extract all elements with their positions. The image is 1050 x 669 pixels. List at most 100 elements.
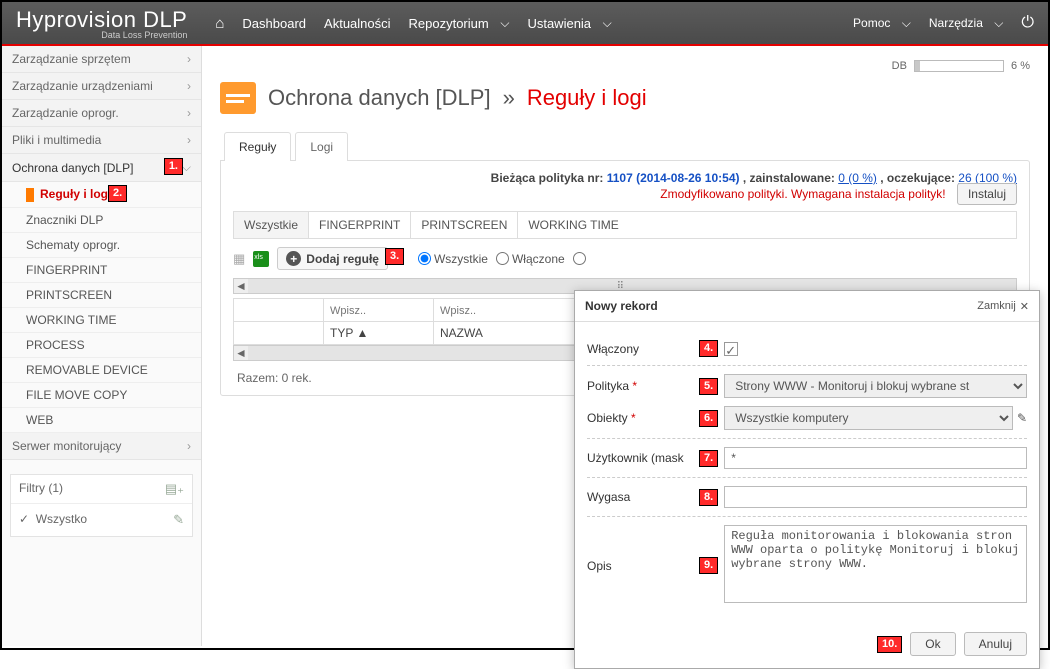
itab-printscreen[interactable]: PRINTSCREEN [411, 212, 518, 238]
callout-4: 4. [699, 340, 718, 357]
check-icon: ✓ [19, 512, 29, 526]
itab-all[interactable]: Wszystkie [234, 212, 309, 238]
policy-select[interactable]: Strony WWW - Monitoruj i blokuj wybrane … [724, 374, 1027, 398]
radio-all-label: Wszystkie [434, 252, 488, 266]
sb-markers[interactable]: Znaczniki DLP [2, 208, 201, 233]
add-filter-icon[interactable]: ▤₊ [165, 481, 184, 497]
nav-right: Pomoc Narzędzia ⏻ [853, 14, 1034, 32]
filter-type-input[interactable] [330, 305, 427, 317]
ok-button[interactable]: Ok [910, 632, 955, 656]
add-rule-button[interactable]: + Dodaj regułę [277, 247, 388, 270]
desc-textarea[interactable]: Reguła monitorowania i blokowania stron … [724, 525, 1027, 603]
chevron-right-icon: › [187, 52, 191, 66]
sb-hardware-label: Zarządzanie sprzętem [12, 52, 131, 66]
callout-7: 7. [699, 450, 718, 467]
radio-extra[interactable] [573, 252, 586, 265]
policy-num: 1107 (2014-08-26 10:54) [607, 171, 740, 185]
policy-warn: Zmodyfikowano polityki. Wymagana instala… [660, 187, 945, 201]
grid-filter-blank [234, 299, 324, 321]
callout-8: 8. [699, 489, 718, 506]
modal-title: Nowy rekord [585, 299, 658, 313]
enabled-checkbox[interactable] [724, 342, 738, 356]
nav-settings[interactable]: Ustawienia [527, 15, 611, 32]
filters-head: Filtry (1) ▤₊ [11, 475, 192, 504]
sb-printscreen[interactable]: PRINTSCREEN [2, 283, 201, 308]
row-usermask: Użytkownik (mask 7. [587, 447, 1027, 478]
objects-select[interactable]: Wszystkie komputery [724, 406, 1013, 430]
edit-filter-icon[interactable]: ✎ [173, 512, 184, 528]
chevron-right-icon: › [187, 106, 191, 120]
grid-view-icon[interactable]: ▦ [233, 251, 245, 267]
outer-tabs: Reguły Logi [220, 132, 1030, 160]
sb-schemas[interactable]: Schematy oprogr. [2, 233, 201, 258]
db-percent: 6 % [1011, 60, 1030, 72]
sb-fingerprint[interactable]: FINGERPRINT [2, 258, 201, 283]
modal-close-button[interactable]: Zamknij ✕ [977, 300, 1029, 313]
modal-body: Włączony 4. Polityka * 5. Strony WWW - M… [575, 322, 1039, 622]
sb-server[interactable]: Serwer monitorujący› [2, 433, 201, 460]
col-blank [234, 322, 324, 344]
sb-devices[interactable]: Zarządzanie urządzeniami› [2, 73, 201, 100]
sb-process[interactable]: PROCESS [2, 333, 201, 358]
tab-logs[interactable]: Logi [295, 132, 348, 161]
sb-removable[interactable]: REMOVABLE DEVICE [2, 358, 201, 383]
close-icon: ✕ [1020, 300, 1029, 313]
nav-repo-label: Repozytorium [409, 16, 489, 31]
nav-tools-label: Narzędzia [929, 16, 983, 30]
topbar: Hyprovision DLP Data Loss Prevention ⌂ D… [2, 2, 1048, 46]
expires-input[interactable] [724, 486, 1027, 508]
modal-new-record: Nowy rekord Zamknij ✕ Włączony 4. Polity… [574, 290, 1040, 669]
usermask-input[interactable] [724, 447, 1027, 469]
xls-icon[interactable] [253, 251, 269, 267]
toolbar: ▦ + Dodaj regułę 3. Wszystkie Włączone [221, 239, 1029, 278]
sb-dlp[interactable]: Ochrona danych [DLP]⌵ 1. [2, 154, 201, 182]
nav-tools[interactable]: Narzędzia [929, 16, 1003, 31]
lbl-objects: Obiekty * [587, 411, 699, 425]
cancel-button[interactable]: Anuluj [964, 632, 1027, 656]
home-icon[interactable]: ⌂ [215, 15, 224, 32]
modal-head: Nowy rekord Zamknij ✕ [575, 291, 1039, 322]
radio-on-label: Włączone [512, 252, 565, 266]
policy-line: Bieżąca polityka nr: 1107 (2014-08-26 10… [221, 161, 1029, 187]
db-label: DB [892, 60, 907, 72]
policy-pending-lbl: , oczekujące: [880, 171, 955, 185]
nav-news[interactable]: Aktualności [324, 15, 390, 32]
nav-repo[interactable]: Repozytorium [409, 15, 510, 32]
sb-media[interactable]: Pliki i multimedia› [2, 127, 201, 154]
install-button[interactable]: Instaluj [957, 183, 1017, 205]
tab-rules[interactable]: Reguły [224, 132, 291, 161]
edit-objects-icon[interactable]: ✎ [1017, 411, 1027, 425]
sb-dlp-label: Ochrona danych [DLP] [12, 161, 133, 175]
sb-hardware[interactable]: Zarządzanie sprzętem › [2, 46, 201, 73]
callout-2: 2. [108, 185, 127, 202]
col-type[interactable]: TYP ▲ [324, 322, 434, 344]
policy-installed-link[interactable]: 0 (0 %) [838, 171, 877, 185]
nav-help[interactable]: Pomoc [853, 16, 911, 31]
power-icon[interactable]: ⏻ [1021, 14, 1034, 32]
modal-foot: 10. Ok Anuluj [575, 622, 1039, 668]
warn-line: Zmodyfikowano polityki. Wymagana instala… [221, 187, 1029, 211]
content: DB 6 % Ochrona danych [DLP] » Reguły i l… [202, 46, 1048, 646]
row-policy: Polityka * 5. Strony WWW - Monitoruj i b… [587, 374, 1027, 398]
db-status: DB 6 % [220, 60, 1030, 72]
itab-worktime[interactable]: WORKING TIME [518, 212, 628, 238]
policy-prefix: Bieżąca polityka nr: [491, 171, 604, 185]
filters-row[interactable]: ✓ Wszystko ✎ [11, 504, 192, 536]
lbl-desc: Opis [587, 559, 699, 573]
sb-rules[interactable]: Reguły i logi 2. [2, 182, 201, 208]
lbl-enabled: Włączony [587, 342, 699, 356]
itab-fingerprint[interactable]: FINGERPRINT [309, 212, 411, 238]
page-title-b: Reguły i logi [527, 85, 647, 111]
sb-software[interactable]: Zarządzanie oprogr.› [2, 100, 201, 127]
sb-worktime[interactable]: WORKING TIME [2, 308, 201, 333]
callout-9: 9. [699, 557, 718, 574]
nav-dashboard[interactable]: Dashboard [242, 15, 306, 32]
sb-filemove[interactable]: FILE MOVE COPY [2, 383, 201, 408]
radio-all[interactable]: Wszystkie [418, 252, 488, 266]
db-bar-fill [915, 61, 920, 71]
callout-6: 6. [699, 410, 718, 427]
sidebar: Zarządzanie sprzętem › Zarządzanie urządz… [2, 46, 202, 646]
sb-web[interactable]: WEB [2, 408, 201, 433]
plus-icon: + [286, 251, 301, 266]
radio-on[interactable]: Włączone [496, 252, 565, 266]
